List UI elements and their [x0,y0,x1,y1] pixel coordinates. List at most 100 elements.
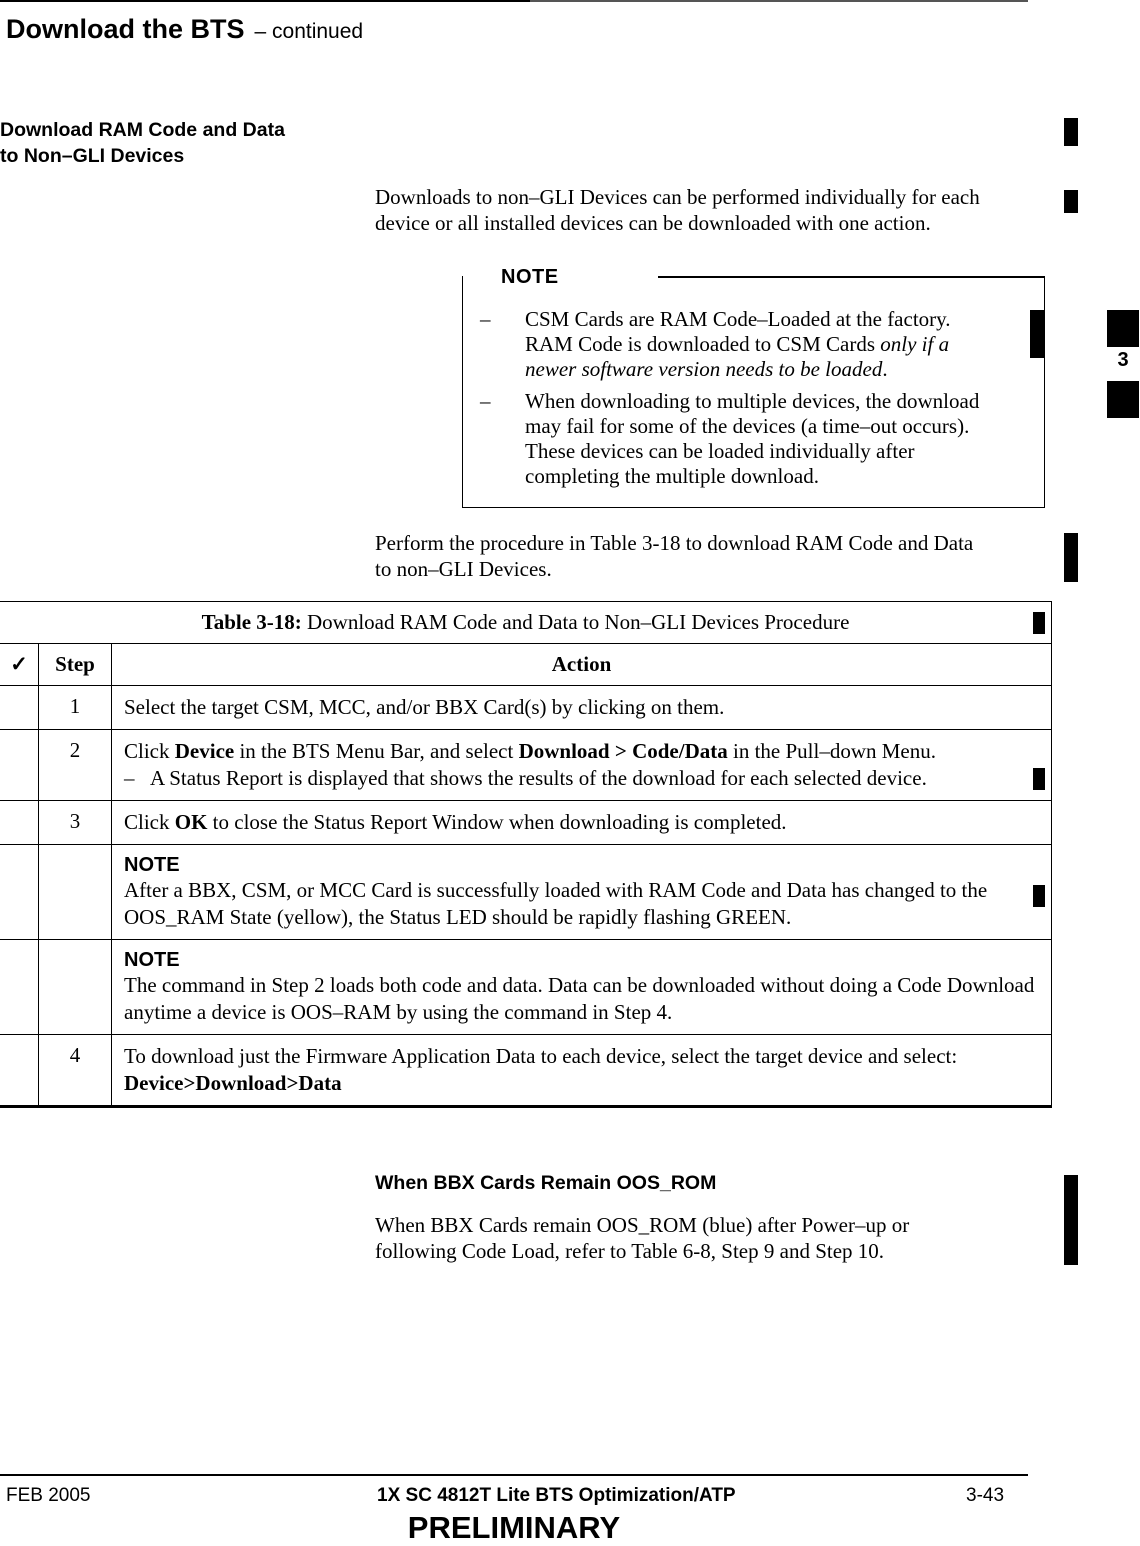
note-text: The command in Step 2 loads both code an… [124,973,1035,1024]
intro-line-1: Downloads to non–GLI Devices can be perf… [375,185,980,209]
table-note-row: NOTE The command in Step 2 loads both co… [0,939,1052,1035]
step-number: 2 [38,729,112,801]
note-text-normal: . [882,357,888,381]
note-text: After a BBX, CSM, or MCC Card is success… [124,878,988,929]
step-number [38,844,112,940]
footer-doc-title: 1X SC 4812T Lite BTS Optimization/ATP [377,1485,736,1506]
table-row: 3 Click OK to close the Status Report Wi… [0,800,1052,845]
check-cell[interactable] [0,729,39,801]
note-line: completing the multiple download. [525,464,819,488]
intro-line-2: device or all installed devices can be d… [375,211,931,235]
note-line: These devices can be loaded individually… [525,439,915,463]
note-text-italic: newer software version needs to be loade… [525,357,883,381]
page-title: Download the BTS – continued [6,14,363,45]
menu-reference: Device [174,739,235,763]
bbx-line-1: When BBX Cards remain OOS_ROM (blue) aft… [375,1213,910,1237]
table-note-row: NOTE After a BBX, CSM, or MCC Card is su… [0,844,1052,940]
page-title-text: Download the BTS [6,14,245,44]
menu-reference: Download > Code/Data [518,739,728,763]
note-box-top-border [658,276,1045,278]
text-run: in the Pull–down Menu. [727,739,936,763]
check-cell[interactable] [0,1034,39,1108]
footer-rule [0,1474,1028,1476]
continued-label: – continued [254,20,364,43]
action-text: To download just the Firmware Applicatio… [111,1034,1052,1108]
action-text: Click Device in the BTS Menu Bar, and se… [124,738,1039,765]
bbx-section-heading: When BBX Cards Remain OOS_ROM [375,1172,717,1194]
step-number [38,939,112,1035]
chapter-tab-top [1107,310,1139,347]
step-number: 4 [38,1034,112,1108]
sub-bullet-text: A Status Report is displayed that shows … [150,766,927,790]
change-bar [1033,612,1045,634]
action-cell: Click Device in the BTS Menu Bar, and se… [111,729,1052,801]
action-header: Action [111,643,1052,686]
text-run: in the BTS Menu Bar, and select [234,739,519,763]
bullet-dash: – [124,766,135,790]
footer-date: FEB 2005 [6,1485,91,1506]
change-bar [1033,768,1045,790]
check-cell[interactable] [0,685,39,730]
procedure-table: Table 3-18: Download RAM Code and Data t… [0,601,1052,1108]
note-label: NOTE [124,949,180,971]
text-run: Click [124,739,175,763]
step-number: 3 [38,800,112,845]
step-header: Step [38,643,112,686]
header-rule [0,0,530,2]
note-item-text: When downloading to multiple devices, th… [525,389,1045,489]
note-line: may fail for some of the devices (a time… [525,414,970,438]
change-bar [1064,1175,1078,1265]
note-line: newer software version needs to be loade… [525,357,1045,382]
action-text: Select the target CSM, MCC, and/or BBX C… [111,685,1052,730]
perform-line-1: Perform the procedure in Table 3-18 to d… [375,531,974,555]
step-number: 1 [38,685,112,730]
note-label: NOTE [501,266,559,288]
bbx-paragraph: When BBX Cards remain OOS_ROM (blue) aft… [375,1212,909,1264]
text-run: to close the Status Report Window when d… [207,810,787,834]
action-text: Click OK to close the Status Report Wind… [111,800,1052,845]
button-reference: OK [174,810,208,834]
note-item-text: CSM Cards are RAM Code–Loaded at the fac… [525,307,1045,382]
section-heading-line-2: to Non–GLI Devices [0,145,185,167]
note-cell: NOTE The command in Step 2 loads both co… [111,939,1052,1035]
note-item-2: – When downloading to multiple devices, … [480,389,1040,493]
note-item-1: – CSM Cards are RAM Code–Loaded at the f… [480,307,1040,383]
change-bar [1064,118,1078,146]
check-cell[interactable] [0,800,39,845]
chapter-tab-number: 3 [1117,349,1129,371]
change-bar [1064,533,1078,582]
change-bar [1030,310,1044,358]
chapter-tab-bottom [1107,381,1139,418]
section-heading-line-1: Download RAM Code and Data [0,119,285,141]
checkmark-header-icon: ✓ [0,643,39,686]
note-line: RAM Code is downloaded to CSM Cards only… [525,332,1045,357]
note-cell: NOTE After a BBX, CSM, or MCC Card is su… [111,844,1052,940]
table-row: 4 To download just the Firmware Applicat… [0,1034,1052,1108]
check-cell[interactable] [0,844,39,940]
perform-line-2: to non–GLI Devices. [375,557,552,581]
note-line: When downloading to multiple devices, th… [525,389,980,413]
header-rule-extension [530,0,1028,2]
note-item-dash: – [480,389,491,413]
note-line: CSM Cards are RAM Code–Loaded at the fac… [525,307,951,331]
table-row: 2 Click Device in the BTS Menu Bar, and … [0,729,1052,801]
text-run: To download just the Firmware Applicatio… [124,1044,958,1068]
check-cell[interactable] [0,939,39,1035]
table-caption-text: Download RAM Code and Data to Non–GLI De… [301,610,850,634]
bbx-line-2: following Code Load, refer to Table 6-8,… [375,1239,885,1263]
table-caption-row: Table 3-18: Download RAM Code and Data t… [0,601,1052,644]
note-text-normal: RAM Code is downloaded to CSM Cards [525,332,881,356]
preliminary-stamp: PRELIMINARY [407,1510,621,1545]
note-item-dash: – [480,307,491,331]
table-caption-number: Table 3-18: [201,610,302,634]
menu-reference: Device>Download>Data [124,1071,342,1095]
table-caption: Table 3-18: Download RAM Code and Data t… [0,601,1052,644]
perform-paragraph: Perform the procedure in Table 3-18 to d… [375,530,973,582]
sub-bullet: – A Status Report is displayed that shows… [124,765,1039,792]
note-label: NOTE [124,854,180,876]
table-row: 1 Select the target CSM, MCC, and/or BBX… [0,685,1052,730]
footer-page-number: 3-43 [966,1485,1005,1506]
note-text-italic: only if a [880,332,950,356]
table-header-row: ✓ Step Action [0,643,1052,686]
intro-paragraph: Downloads to non–GLI Devices can be perf… [375,184,980,236]
